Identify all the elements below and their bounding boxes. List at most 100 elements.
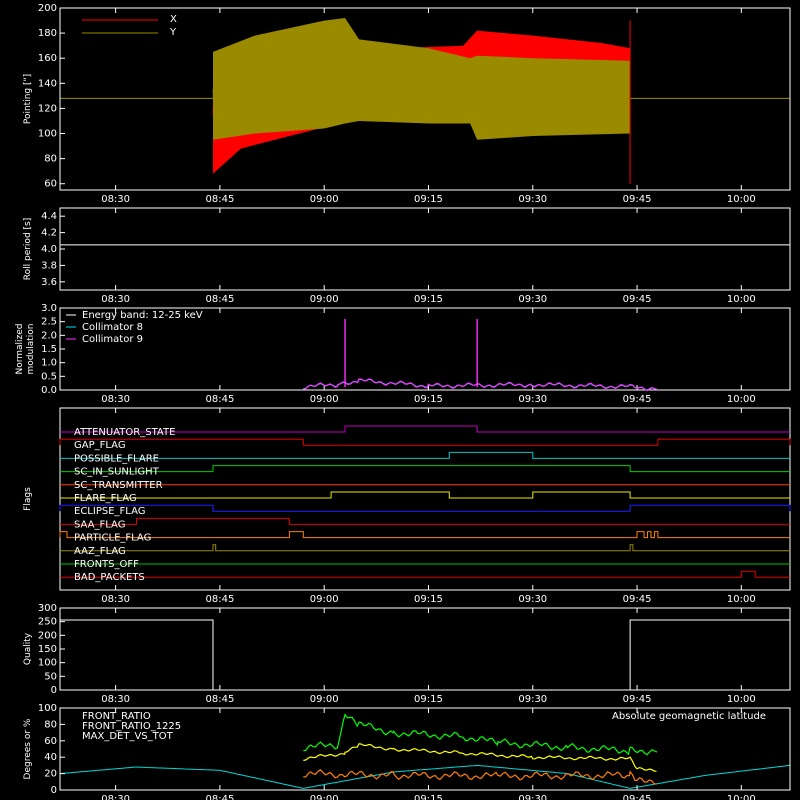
ratio-ytick-label: 0 xyxy=(51,785,57,796)
quality-xtick-label: 10:00 xyxy=(727,694,756,705)
flags-ylabel: Flags xyxy=(23,487,33,511)
roll-xtick-label: 08:45 xyxy=(205,294,234,305)
roll-xtick-label: 09:45 xyxy=(623,294,652,305)
quality-xtick-label: 09:30 xyxy=(518,694,547,705)
ratio-ytick-label: 80 xyxy=(44,719,57,730)
modulation-ylabel: modulation xyxy=(26,324,36,375)
roll-ytick-label: 4.4 xyxy=(41,211,57,222)
roll-xtick-label: 09:15 xyxy=(414,294,443,305)
pointing-ytick-label: 140 xyxy=(38,78,57,89)
pointing-legend-label: X xyxy=(170,14,177,25)
ratio-ytick-label: 60 xyxy=(44,736,57,747)
flag-label: BAD_PACKETS xyxy=(74,572,145,583)
flag-label: PARTICLE_FLAG xyxy=(74,533,151,544)
pointing-ytick-label: 180 xyxy=(38,28,57,39)
pointing-xtick-label: 09:30 xyxy=(518,194,547,205)
quality-ytick-label: 200 xyxy=(38,630,57,641)
quality-xtick-label: 09:45 xyxy=(623,694,652,705)
quality-ytick-label: 150 xyxy=(38,644,57,655)
roll-xtick-label: 09:30 xyxy=(518,294,547,305)
ratio-xtick-label: 08:30 xyxy=(101,794,130,800)
roll-xtick-label: 08:30 xyxy=(101,294,130,305)
quality-ytick-label: 50 xyxy=(44,671,57,682)
roll-ytick-label: 4.2 xyxy=(41,228,57,239)
modulation-xtick-label: 08:30 xyxy=(101,394,130,405)
flags-xtick-label: 09:00 xyxy=(310,594,339,605)
roll-xtick-label: 10:00 xyxy=(727,294,756,305)
flag-label: FRONTS_OFF xyxy=(74,559,139,570)
flag-label: ECLIPSE_FLAG xyxy=(74,506,145,517)
modulation-ytick-label: 2.5 xyxy=(41,317,57,328)
modulation-legend-label: Collimator 8 xyxy=(82,322,143,333)
pointing-xtick-label: 10:00 xyxy=(727,194,756,205)
modulation-xtick-label: 09:00 xyxy=(310,394,339,405)
pointing-xtick-label: 09:00 xyxy=(310,194,339,205)
quality-ytick-label: 0 xyxy=(51,685,57,696)
flags-xtick-label: 08:30 xyxy=(101,594,130,605)
modulation-legend-label: Collimator 9 xyxy=(82,334,143,345)
modulation-ytick-label: 0.5 xyxy=(41,371,57,382)
flags-xtick-label: 09:30 xyxy=(518,594,547,605)
quality-xtick-label: 08:30 xyxy=(101,694,130,705)
flag-label: SAA_FLAG xyxy=(74,519,125,530)
modulation-xtick-label: 08:45 xyxy=(205,394,234,405)
flags-xtick-label: 09:45 xyxy=(623,594,652,605)
roll-ylabel: Roll period [s] xyxy=(23,218,33,280)
quality-ytick-label: 300 xyxy=(38,603,57,614)
flag-label: POSSIBLE_FLARE xyxy=(74,453,159,464)
roll-xtick-label: 09:00 xyxy=(310,294,339,305)
quality-ytick-label: 100 xyxy=(38,658,57,669)
modulation-xtick-label: 09:30 xyxy=(518,394,547,405)
ratio-ylabel: Degrees or % xyxy=(23,718,33,779)
modulation-ytick-label: 1.5 xyxy=(41,344,57,355)
flag-label: ATTENUATOR_STATE xyxy=(74,427,175,438)
pointing-ytick-label: 100 xyxy=(38,129,57,140)
ratio-xtick-label: 10:00 xyxy=(727,794,756,800)
ratio-xtick-label: 09:30 xyxy=(518,794,547,800)
flag-label: GAP_FLAG xyxy=(74,440,126,451)
quality-xtick-label: 09:00 xyxy=(310,694,339,705)
modulation-ytick-label: 2.0 xyxy=(41,330,57,341)
ratio-xtick-label: 09:45 xyxy=(623,794,652,800)
flags-xtick-label: 08:45 xyxy=(205,594,234,605)
pointing-xtick-label: 08:45 xyxy=(205,194,234,205)
pointing-xtick-label: 09:45 xyxy=(623,194,652,205)
pointing-legend-label: Y xyxy=(169,27,177,38)
flag-label: SC_IN_SUNLIGHT xyxy=(74,467,160,478)
modulation-legend-label: Energy band: 12-25 keV xyxy=(82,310,203,321)
quality-ylabel: Quality xyxy=(23,632,33,665)
modulation-xtick-label: 09:45 xyxy=(623,394,652,405)
pointing-ytick-label: 200 xyxy=(38,3,57,14)
ratio-ytick-label: 100 xyxy=(38,703,57,714)
ratio-legend-latitude: Absolute geomagnetic latitude xyxy=(612,711,766,722)
modulation-ytick-label: 0.0 xyxy=(41,385,57,396)
pointing-xtick-label: 09:15 xyxy=(414,194,443,205)
ratio-ytick-label: 40 xyxy=(44,752,57,763)
roll-ytick-label: 3.8 xyxy=(41,260,57,271)
ratio-xtick-label: 08:45 xyxy=(205,794,234,800)
flag-label: FLARE_FLAG xyxy=(74,493,137,504)
flags-xtick-label: 10:00 xyxy=(727,594,756,605)
pointing-ylabel: Pointing ["] xyxy=(23,74,33,124)
flags-xtick-label: 09:15 xyxy=(414,594,443,605)
ratio-xtick-label: 09:15 xyxy=(414,794,443,800)
roll-ytick-label: 3.6 xyxy=(41,277,57,288)
ratio-legend-label: MAX_DET_VS_TOT xyxy=(82,731,174,742)
pointing-xtick-label: 08:30 xyxy=(101,194,130,205)
modulation-xtick-label: 10:00 xyxy=(727,394,756,405)
modulation-ylabel: Normalized xyxy=(15,323,25,374)
modulation-ytick-label: 1.0 xyxy=(41,358,57,369)
observing-summary-figure: 08:30 08:45 09:00 09:15 09:30 09:45 10:00 60 80 1… xyxy=(0,0,800,800)
pointing-ytick-label: 160 xyxy=(38,53,57,64)
modulation-xtick-label: 09:15 xyxy=(414,394,443,405)
ratio-ytick-label: 20 xyxy=(44,769,57,780)
pointing-ytick-label: 120 xyxy=(38,103,57,114)
flag-label: AAZ_FLAG xyxy=(74,546,126,557)
flag-label: SC_TRANSMITTER xyxy=(74,480,163,491)
quality-xtick-label: 08:45 xyxy=(205,694,234,705)
pointing-ytick-label: 80 xyxy=(44,154,57,165)
quality-ytick-label: 250 xyxy=(38,617,57,628)
quality-xtick-label: 09:15 xyxy=(414,694,443,705)
roll-ytick-label: 4.0 xyxy=(41,244,57,255)
pointing-ytick-label: 60 xyxy=(44,179,57,190)
